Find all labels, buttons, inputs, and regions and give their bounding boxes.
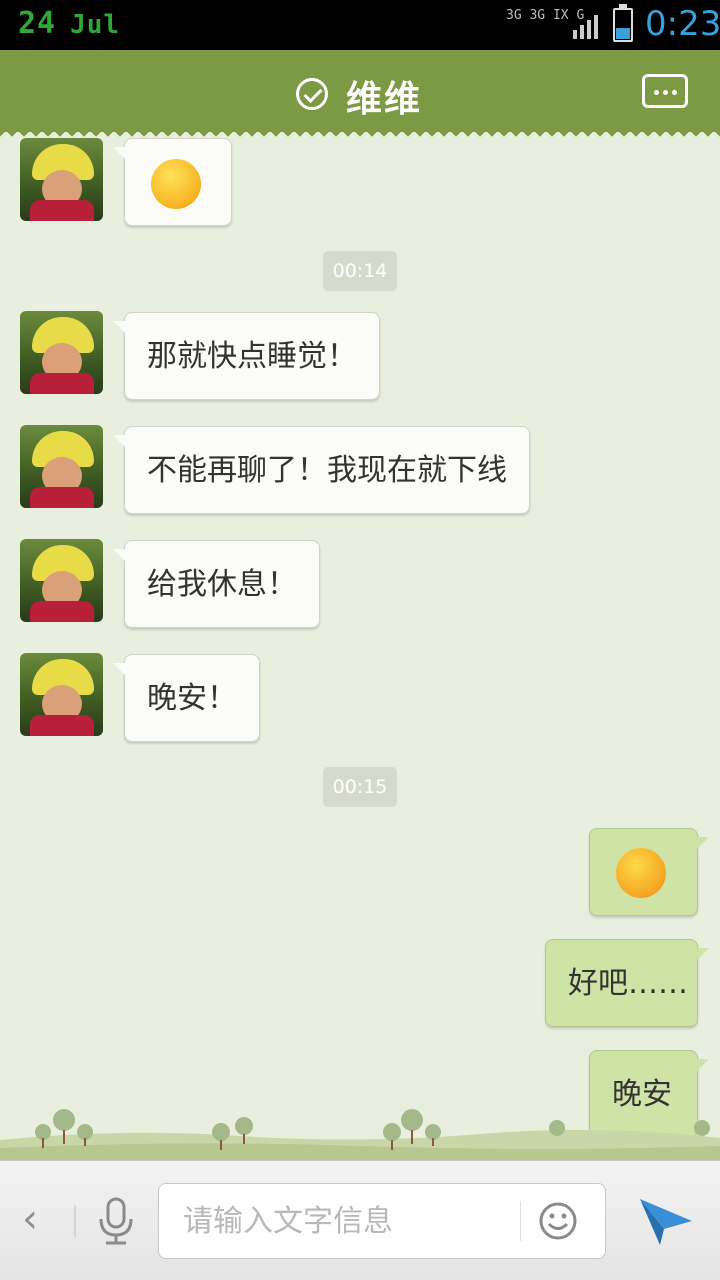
input-bar: ‹	[0, 1160, 720, 1280]
contact-avatar[interactable]	[20, 138, 103, 221]
message-bubble-sent[interactable]	[589, 828, 709, 916]
chat-area[interactable]: 00:14 那就快点睡觉！ 不能再聊了！我现在就下线 给我休息！ 晚安！ 00:…	[0, 132, 720, 1160]
chat-more-icon[interactable]	[642, 74, 688, 108]
chat-header: 维维	[0, 50, 720, 140]
status-bar: 24 Jul 3G 3G IX G 0:23	[0, 0, 720, 50]
signal-icon	[573, 15, 598, 39]
microphone-icon[interactable]	[96, 1197, 136, 1247]
message-text: 晚安！	[147, 681, 237, 716]
scenery-decoration	[0, 1109, 720, 1160]
yawning-emoji-icon	[151, 159, 201, 209]
status-date: 24 Jul	[18, 6, 120, 41]
contact-avatar[interactable]	[20, 311, 103, 394]
smiley-icon[interactable]	[538, 1201, 578, 1241]
status-time: 0:23	[645, 4, 720, 44]
contact-name[interactable]: 维维	[346, 70, 422, 122]
chevron-left-icon[interactable]: ‹	[22, 1199, 52, 1239]
message-text: 给我休息！	[147, 567, 297, 602]
timestamp: 00:15	[323, 767, 397, 807]
message-text: 好吧……	[568, 966, 688, 1001]
message-text: 那就快点睡觉！	[147, 339, 357, 374]
status-month: Jul	[70, 10, 121, 40]
contact-avatar[interactable]	[20, 539, 103, 622]
message-bubble-received[interactable]: 不能再聊了！我现在就下线	[113, 426, 530, 514]
message-bubble-received[interactable]	[113, 138, 232, 226]
message-text: 不能再聊了！我现在就下线	[147, 453, 507, 488]
message-bubble-received[interactable]: 晚安！	[113, 654, 260, 742]
send-icon[interactable]	[636, 1191, 696, 1251]
check-circle-icon	[296, 78, 328, 110]
message-bubble-received[interactable]: 给我休息！	[113, 540, 320, 628]
battery-icon	[613, 4, 633, 42]
timestamp: 00:14	[323, 251, 397, 291]
status-day: 24	[18, 6, 57, 41]
message-bubble-received[interactable]: 那就快点睡觉！	[113, 312, 380, 400]
contact-avatar[interactable]	[20, 425, 103, 508]
message-bubble-sent[interactable]: 好吧……	[545, 939, 709, 1027]
divider	[74, 1205, 76, 1237]
contact-avatar[interactable]	[20, 653, 103, 736]
divider	[520, 1201, 521, 1241]
annoyed-emoji-icon	[616, 848, 666, 898]
